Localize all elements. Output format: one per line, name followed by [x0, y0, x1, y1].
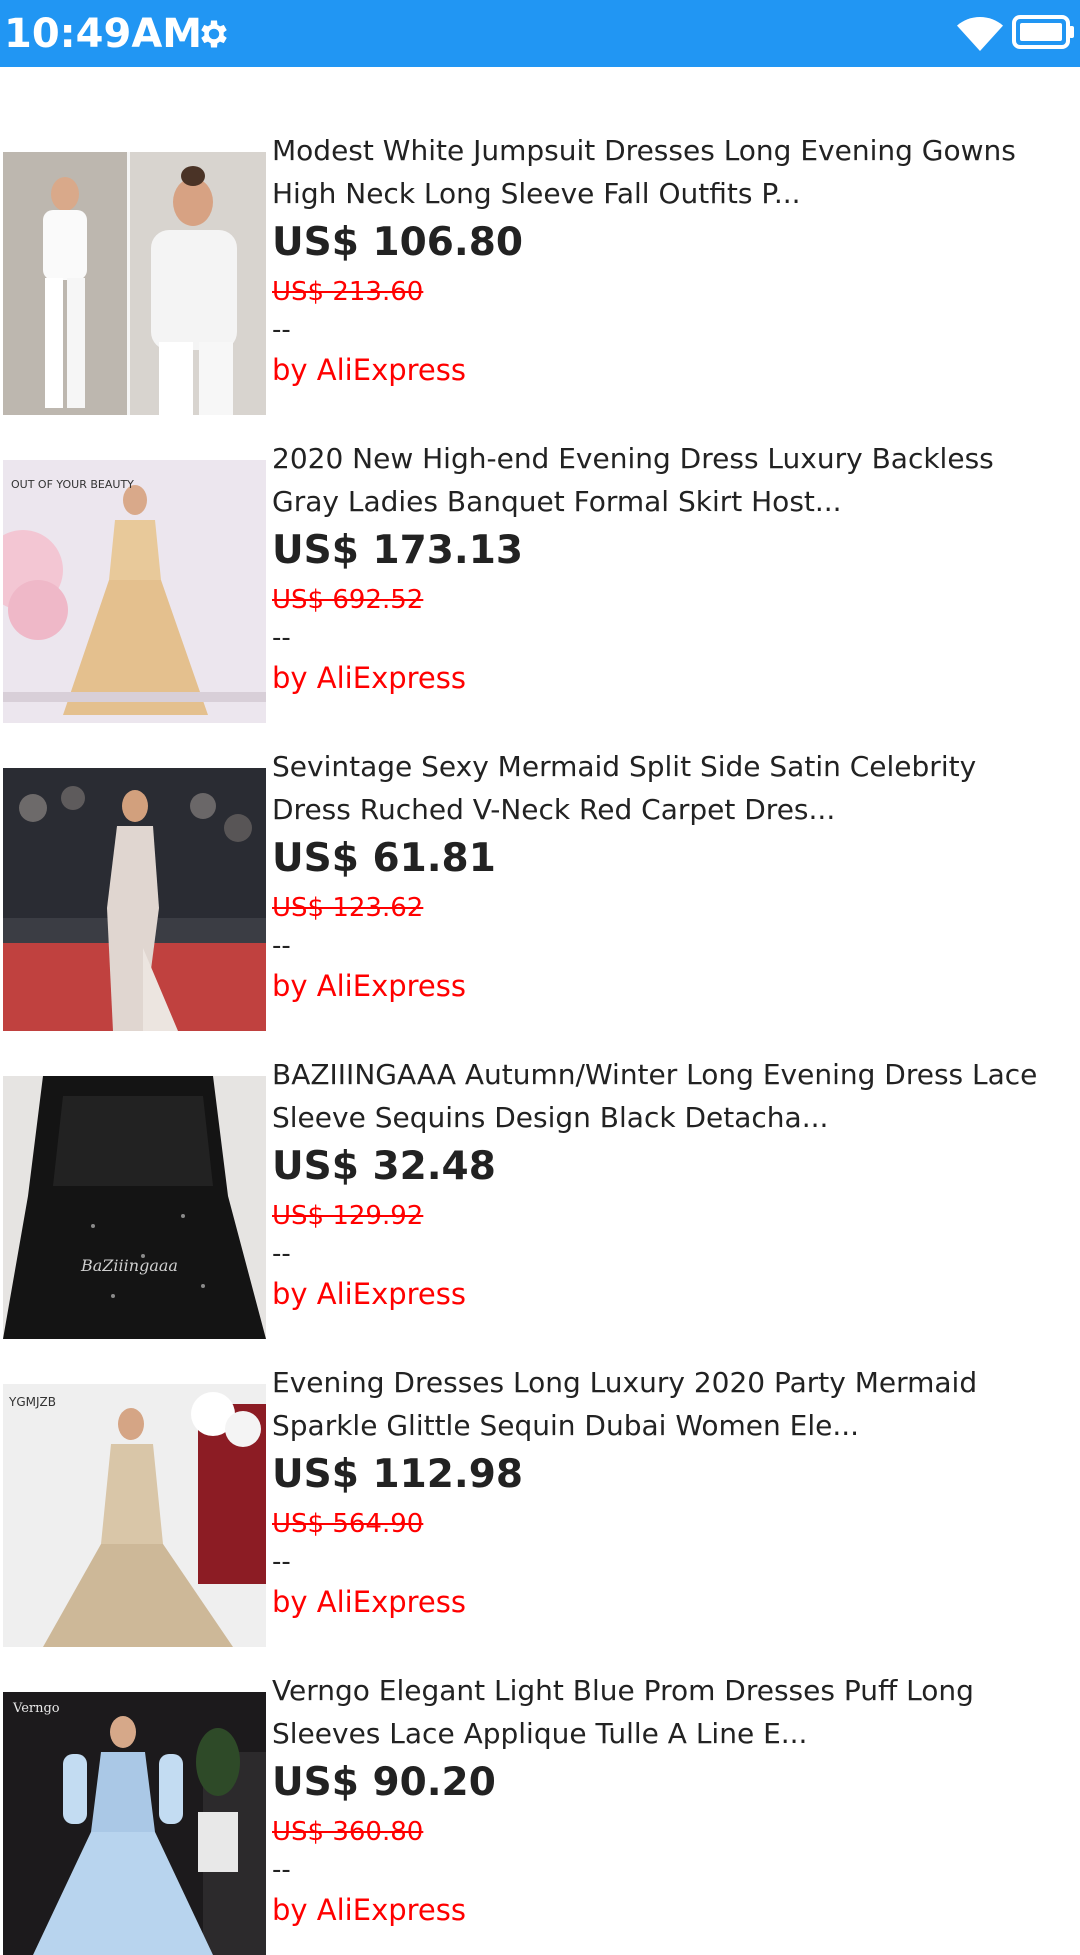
original-price: US$ 564.90 — [272, 1509, 424, 1539]
list-item[interactable]: YGMJZB Evening Dresses Long Luxury 2020 … — [0, 1299, 1080, 1647]
image-watermark: Verngo — [12, 1701, 60, 1716]
product-title-line: Sleeves Lace Applique Tulle A Line E... — [272, 1717, 808, 1750]
product-title-line: 2020 New High-end Evening Dress Luxury B… — [272, 442, 994, 475]
battery-icon — [1012, 15, 1074, 49]
product-title-line: Sleeve Sequins Design Black Detacha... — [272, 1101, 829, 1134]
rating-placeholder: -- — [272, 931, 291, 961]
original-price: US$ 360.80 — [272, 1817, 424, 1847]
status-bar: 10:49AM — [0, 0, 1080, 67]
rating-placeholder: -- — [272, 1239, 291, 1269]
seller-label: by AliExpress — [272, 1893, 466, 1927]
product-photo: Verngo — [3, 1692, 266, 1955]
product-title[interactable]: Verngo Elegant Light Blue Prom Dresses P… — [272, 1669, 1072, 1755]
product-title-line: Gray Ladies Banquet Formal Skirt Host... — [272, 485, 842, 518]
product-title[interactable]: Modest White Jumpsuit Dresses Long Eveni… — [272, 129, 1072, 215]
wifi-icon — [957, 17, 1003, 51]
product-price: US$ 61.81 — [272, 836, 496, 881]
rating-placeholder: -- — [272, 1855, 291, 1885]
product-title-line: Evening Dresses Long Luxury 2020 Party M… — [272, 1366, 978, 1399]
product-image[interactable]: Verngo — [3, 1692, 266, 1955]
product-title-line: Sevintage Sexy Mermaid Split Side Satin … — [272, 750, 977, 783]
product-title[interactable]: BAZIIINGAAA Autumn/Winter Long Evening D… — [272, 1053, 1072, 1139]
product-price: US$ 112.98 — [272, 1452, 523, 1497]
product-price: US$ 106.80 — [272, 220, 523, 265]
gear-icon — [201, 20, 227, 48]
image-watermark: YGMJZB — [8, 1395, 56, 1409]
original-price: US$ 123.62 — [272, 893, 424, 923]
rating-placeholder: -- — [272, 1547, 291, 1577]
product-title[interactable]: Evening Dresses Long Luxury 2020 Party M… — [272, 1361, 1072, 1447]
product-title-line: Modest White Jumpsuit Dresses Long Eveni… — [272, 134, 1016, 167]
list-item[interactable]: BaZiiingaaa BAZIIINGAAA Autumn/Winter Lo… — [0, 991, 1080, 1339]
original-price: US$ 213.60 — [272, 277, 424, 307]
image-watermark: BaZiiingaaa — [80, 1256, 178, 1275]
product-title-line: Sparkle Glittle Sequin Dubai Women Ele..… — [272, 1409, 860, 1442]
product-title[interactable]: 2020 New High-end Evening Dress Luxury B… — [272, 437, 1072, 523]
list-item[interactable]: Sevintage Sexy Mermaid Split Side Satin … — [0, 683, 1080, 1031]
product-title-line: BAZIIINGAAA Autumn/Winter Long Evening D… — [272, 1058, 1038, 1091]
product-title-line: Dress Ruched V-Neck Red Carpet Dres... — [272, 793, 836, 826]
product-title[interactable]: Sevintage Sexy Mermaid Split Side Satin … — [272, 745, 1072, 831]
image-watermark: OUT OF YOUR BEAUTY — [11, 478, 134, 491]
product-title-line: High Neck Long Sleeve Fall Outfits P... — [272, 177, 801, 210]
rating-placeholder: -- — [272, 623, 291, 653]
list-item[interactable]: Verngo Verngo Elegant Light Blue Prom Dr… — [0, 1607, 1080, 1955]
rating-placeholder: -- — [272, 315, 291, 345]
original-price: US$ 692.52 — [272, 585, 424, 615]
product-price: US$ 173.13 — [272, 528, 523, 573]
list-item[interactable]: OUT OF YOUR BEAUTY 2020 New High-end Eve… — [0, 375, 1080, 723]
original-price: US$ 129.92 — [272, 1201, 424, 1231]
list-item[interactable]: Modest White Jumpsuit Dresses Long Eveni… — [0, 67, 1080, 415]
product-title-line: Verngo Elegant Light Blue Prom Dresses P… — [272, 1674, 974, 1707]
product-price: US$ 32.48 — [272, 1144, 496, 1189]
status-time: 10:49AM — [4, 11, 203, 57]
product-price: US$ 90.20 — [272, 1760, 496, 1805]
